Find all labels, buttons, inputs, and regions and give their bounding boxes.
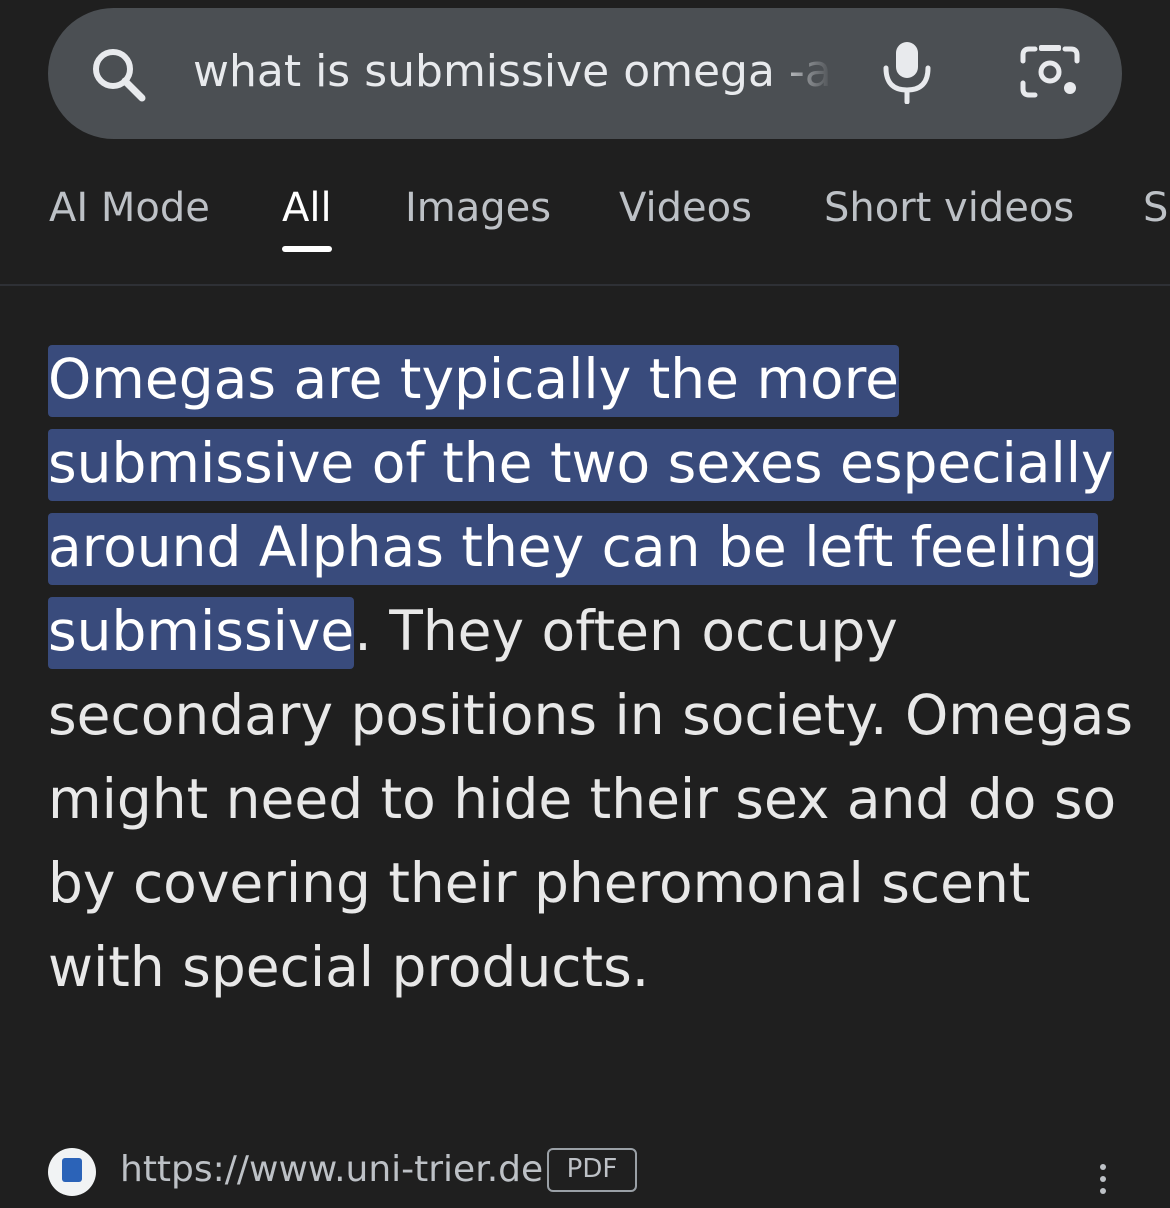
mic-icon[interactable] xyxy=(878,40,936,104)
tab-videos[interactable]: Videos xyxy=(619,182,752,234)
source-url[interactable]: https://www.uni-trier.de xyxy=(120,1148,543,1192)
more-options-icon[interactable] xyxy=(1100,1164,1106,1194)
active-tab-indicator xyxy=(282,246,332,252)
source-row[interactable]: https://www.uni-trier.de PDF xyxy=(48,1148,1148,1208)
tab-ai-mode[interactable]: AI Mode xyxy=(49,182,210,234)
source-favicon xyxy=(48,1148,96,1196)
lens-icon[interactable] xyxy=(1019,43,1081,101)
tab-more-truncated[interactable]: S xyxy=(1143,182,1168,234)
pdf-badge: PDF xyxy=(547,1148,637,1192)
tabs-divider xyxy=(0,284,1170,286)
answer-snippet: Omegas are typically the more submissive… xyxy=(48,337,1133,1009)
search-icon[interactable] xyxy=(88,44,150,106)
search-input[interactable] xyxy=(193,36,833,108)
tab-all[interactable]: All xyxy=(282,182,332,234)
tab-short-videos[interactable]: Short videos xyxy=(824,182,1074,234)
tab-images[interactable]: Images xyxy=(405,182,551,234)
tab-bar: AI Mode All Images Videos Short videos S xyxy=(0,170,1170,254)
university-logo-icon xyxy=(62,1158,82,1182)
